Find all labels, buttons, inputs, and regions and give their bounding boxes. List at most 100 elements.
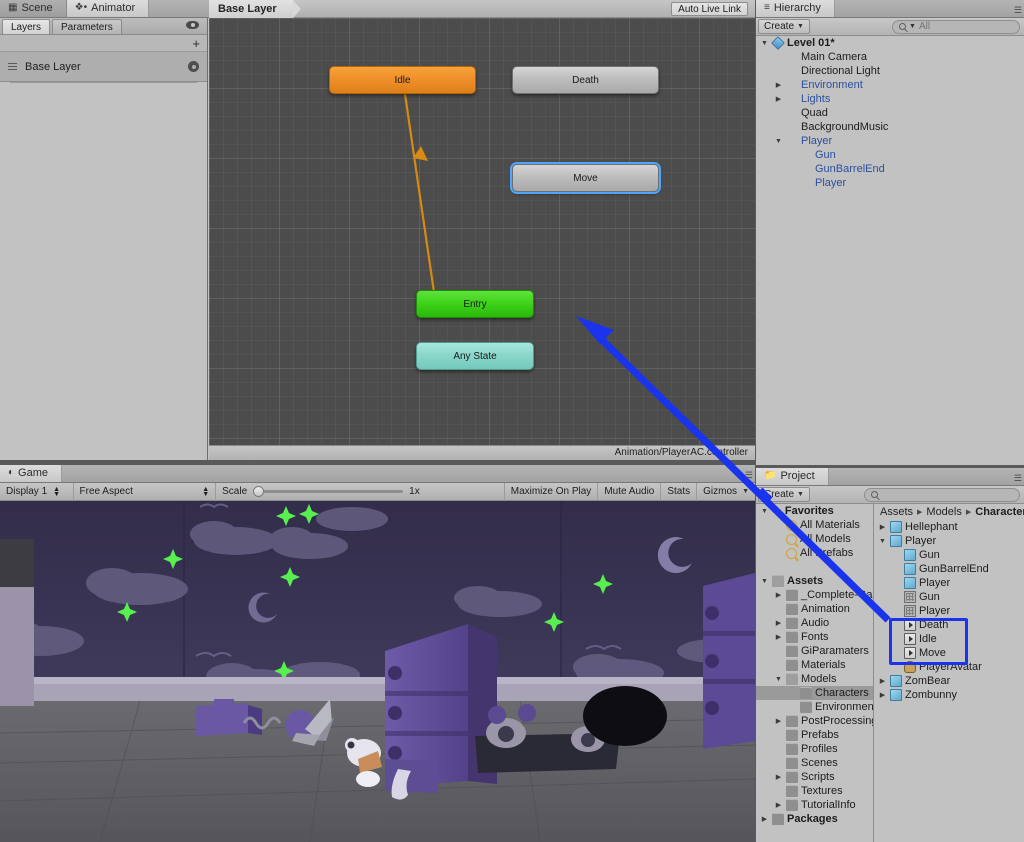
hierarchy-item[interactable]: BackgroundMusic: [756, 120, 1024, 134]
project-asset-list[interactable]: Assets ▶ Models ▶ Characters ▶ Hellephant…: [874, 504, 1024, 842]
project-asset-item[interactable]: ▶ ZomBear: [874, 674, 1024, 688]
twisty-down-icon[interactable]: ▼: [760, 40, 769, 47]
tab-scene[interactable]: ▦ Scene: [0, 0, 67, 17]
twisty-right-icon[interactable]: ▶: [774, 773, 783, 781]
layer-row-base[interactable]: Base Layer: [0, 52, 207, 82]
hierarchy-item[interactable]: ▶ Environment: [756, 78, 1024, 92]
twisty-right-icon[interactable]: ▶: [774, 801, 783, 809]
project-asset-item[interactable]: Gun: [874, 590, 1024, 604]
hierarchy-item[interactable]: Player: [756, 176, 1024, 190]
project-search-input[interactable]: [864, 487, 1020, 502]
drag-handle-icon[interactable]: [8, 63, 17, 70]
twisty-right-icon[interactable]: ▶: [774, 619, 783, 627]
gizmos-dropdown[interactable]: Gizmos ▼: [697, 483, 755, 501]
project-folder-item[interactable]: Animation: [756, 602, 873, 616]
tab-project[interactable]: 📁 Project: [756, 468, 829, 485]
hierarchy-tree[interactable]: ▼ Level 01* Main Camera Directional Light ▶ E…: [756, 36, 1024, 465]
scale-slider[interactable]: [253, 486, 404, 497]
twisty-right-icon[interactable]: ▶: [774, 633, 783, 641]
breadcrumb-characters[interactable]: Characters: [975, 506, 1024, 518]
project-folder-item[interactable]: ▶ Packages: [756, 812, 873, 826]
twisty-down-icon[interactable]: ▼: [774, 138, 783, 145]
breadcrumb-base-layer[interactable]: Base Layer: [209, 0, 301, 18]
project-folder-item[interactable]: GiParamaters: [756, 644, 873, 658]
animator-state-graph[interactable]: Idle Death Move Entry Any State: [209, 18, 755, 460]
project-folder-item[interactable]: [756, 560, 873, 574]
twisty-right-icon[interactable]: ▶: [774, 95, 783, 103]
search-filter-chevron-icon[interactable]: ▼: [909, 23, 916, 30]
project-folder-item[interactable]: Materials: [756, 658, 873, 672]
maximize-on-play-toggle[interactable]: Maximize On Play: [505, 482, 599, 501]
project-folder-item[interactable]: Scenes: [756, 756, 873, 770]
project-asset-item[interactable]: ▶ Zombunny: [874, 688, 1024, 702]
hierarchy-item[interactable]: Quad: [756, 106, 1024, 120]
tab-animator[interactable]: ❖• Animator: [66, 0, 150, 17]
state-node-move[interactable]: Move: [512, 164, 659, 192]
project-folder-item[interactable]: Textures: [756, 784, 873, 798]
hierarchy-panel-menu-icon[interactable]: ☰: [1014, 5, 1022, 16]
project-folder-item[interactable]: Profiles: [756, 742, 873, 756]
project-folder-item[interactable]: Prefabs: [756, 728, 873, 742]
twisty-right-icon[interactable]: ▶: [760, 815, 769, 823]
scale-slider-group[interactable]: Scale 1x: [216, 482, 505, 501]
project-folder-item[interactable]: ▼ ★ Favorites: [756, 504, 873, 518]
twisty-down-icon[interactable]: ▼: [878, 538, 887, 545]
project-asset-item[interactable]: Player: [874, 576, 1024, 590]
game-render-view[interactable]: [0, 501, 755, 842]
project-folder-item[interactable]: ▼ Models: [756, 672, 873, 686]
aspect-dropdown[interactable]: Free Aspect ▲ ▼: [74, 482, 217, 501]
twisty-right-icon[interactable]: ▶: [774, 591, 783, 599]
twisty-right-icon[interactable]: ▶: [878, 523, 887, 531]
project-folder-item[interactable]: ▶ Fonts: [756, 630, 873, 644]
gear-icon[interactable]: [188, 61, 199, 72]
twisty-right-icon[interactable]: ▶: [878, 677, 887, 685]
project-folder-item[interactable]: All Models: [756, 532, 873, 546]
state-node-death[interactable]: Death: [512, 66, 659, 94]
twisty-down-icon[interactable]: ▼: [774, 676, 783, 683]
project-asset-item[interactable]: Death: [874, 618, 1024, 632]
hierarchy-item[interactable]: ▼ Player: [756, 134, 1024, 148]
breadcrumb-models[interactable]: Models: [926, 506, 961, 518]
project-folder-item[interactable]: ▼ Assets: [756, 574, 873, 588]
hierarchy-item[interactable]: Gun: [756, 148, 1024, 162]
display-dropdown[interactable]: Display 1 ▲ ▼: [0, 482, 74, 501]
stats-toggle[interactable]: Stats: [661, 482, 698, 501]
project-create-button[interactable]: Create ▼: [758, 487, 810, 502]
hierarchy-item[interactable]: ▼ Level 01*: [756, 36, 1024, 50]
project-panel-menu-icon[interactable]: ☰: [1014, 473, 1022, 484]
hierarchy-create-button[interactable]: Create ▼: [758, 19, 810, 34]
tab-layers[interactable]: Layers: [2, 19, 51, 34]
breadcrumb-assets[interactable]: Assets: [880, 506, 913, 518]
project-asset-item[interactable]: ▶ Hellephant: [874, 520, 1024, 534]
twisty-down-icon[interactable]: ▼: [760, 578, 769, 585]
twisty-right-icon[interactable]: ▶: [878, 691, 887, 699]
state-node-any-state[interactable]: Any State: [416, 342, 534, 370]
scale-slider-knob[interactable]: [253, 486, 265, 497]
twisty-right-icon[interactable]: ▶: [774, 81, 783, 89]
project-asset-item[interactable]: Player: [874, 604, 1024, 618]
project-asset-item[interactable]: Move: [874, 646, 1024, 660]
visibility-eye-icon[interactable]: [186, 21, 199, 29]
project-asset-item[interactable]: GunBarrelEnd: [874, 562, 1024, 576]
project-folder-item[interactable]: Characters: [756, 686, 873, 700]
hierarchy-search-input[interactable]: ▼ All: [892, 19, 1020, 34]
twisty-right-icon[interactable]: ▶: [774, 717, 783, 725]
project-folder-item[interactable]: ▶ _Complete-Game: [756, 588, 873, 602]
project-folder-item[interactable]: All Prefabs: [756, 546, 873, 560]
project-folder-item[interactable]: ▶ Scripts: [756, 770, 873, 784]
project-folder-tree[interactable]: ▼ ★ Favorites All Materials All Models All Pr…: [756, 504, 874, 842]
auto-live-link-button[interactable]: Auto Live Link: [671, 2, 748, 16]
state-node-entry[interactable]: Entry: [416, 290, 534, 318]
tab-parameters[interactable]: Parameters: [52, 19, 122, 34]
project-asset-item[interactable]: Idle: [874, 632, 1024, 646]
project-asset-item[interactable]: PlayerAvatar: [874, 660, 1024, 674]
hierarchy-item[interactable]: Main Camera: [756, 50, 1024, 64]
state-node-idle[interactable]: Idle: [329, 66, 476, 94]
project-folder-item[interactable]: Environment: [756, 700, 873, 714]
project-folder-item[interactable]: ▶ TutorialInfo: [756, 798, 873, 812]
game-panel-menu-icon[interactable]: ☰: [745, 470, 753, 481]
hierarchy-item[interactable]: GunBarrelEnd: [756, 162, 1024, 176]
hierarchy-item[interactable]: ▶ Lights: [756, 92, 1024, 106]
add-layer-button[interactable]: +: [192, 37, 200, 50]
project-folder-item[interactable]: ▶ PostProcessing: [756, 714, 873, 728]
